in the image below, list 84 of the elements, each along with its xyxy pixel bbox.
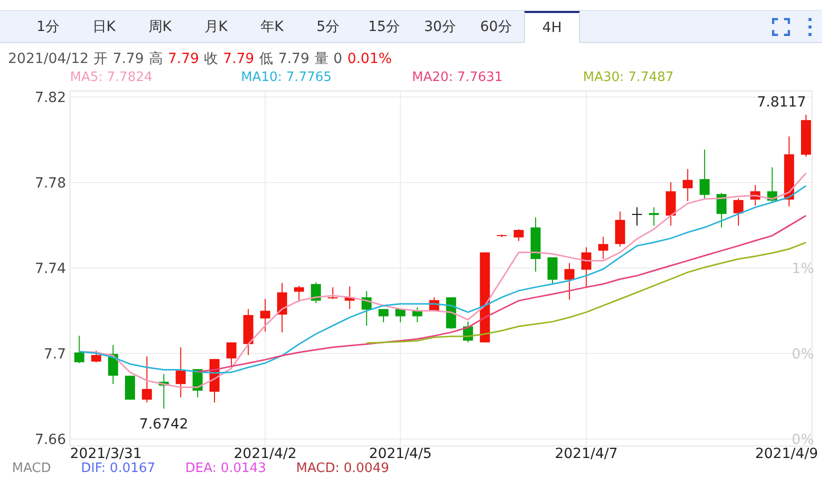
quote-value: 7.79	[168, 51, 200, 67]
y-axis-label: 7.74	[34, 261, 66, 277]
candlestick	[125, 375, 135, 400]
candlestick	[158, 374, 169, 410]
candlestick	[328, 286, 338, 300]
x-axis-label: 2021/4/9	[755, 446, 818, 461]
indicator-name: MACD	[12, 461, 51, 476]
more-icon[interactable]	[808, 18, 812, 36]
y-axis-label: 7.82	[34, 90, 66, 106]
x-axis-label: 2021/3/31	[70, 446, 142, 461]
candlestick	[91, 350, 102, 363]
quote-value: 7.79	[112, 51, 144, 67]
y-axis-label: 7.7	[44, 346, 66, 362]
candlestick	[344, 286, 355, 310]
y-axis-label: 7.78	[34, 176, 66, 192]
candlestick	[801, 114, 811, 158]
candlestick	[277, 282, 288, 333]
period-tab[interactable]: 月K	[188, 11, 244, 42]
candlestick	[446, 296, 456, 330]
period-tab[interactable]: 周K	[132, 11, 188, 42]
price-label: 7.8117	[757, 94, 806, 111]
candlestick	[682, 168, 693, 202]
candlestick	[514, 228, 524, 242]
quote-value: 7.79	[223, 51, 254, 67]
indicator-value: DEA: 0.0143	[185, 461, 266, 476]
candlestick	[378, 308, 388, 323]
quote-label: 开	[94, 50, 108, 68]
quote-label: 收	[204, 50, 218, 68]
candlestick	[310, 282, 321, 304]
fullscreen-icon[interactable]	[772, 18, 790, 36]
period-tab[interactable]: 1分	[20, 11, 76, 42]
candlestick	[192, 368, 203, 398]
x-axis-label: 2021/4/7	[554, 446, 618, 461]
candlestick	[496, 234, 507, 238]
quote-label: 低	[259, 50, 274, 68]
legend-item: MA30: 7.7487	[583, 70, 675, 84]
quote-value: 7.79	[278, 51, 310, 67]
candlestick	[750, 184, 760, 206]
price-label: 7.6742	[139, 416, 188, 433]
candlestick	[108, 344, 118, 385]
candlestick	[615, 211, 626, 248]
candlestick	[260, 298, 270, 332]
x-axis-label: 2021/4/2	[234, 446, 297, 461]
candlestick	[632, 206, 642, 226]
quote-label: 量	[314, 50, 328, 68]
candlestick	[362, 290, 372, 326]
candlestick	[142, 356, 152, 403]
quote-label: 高	[148, 50, 163, 68]
candlestick	[784, 136, 794, 207]
quote-value: 0	[333, 51, 342, 67]
candlestick	[74, 335, 84, 364]
candlestick	[530, 216, 541, 272]
change-percent: 0.01%	[347, 51, 392, 67]
period-tab[interactable]: 15分	[356, 11, 412, 42]
indicator-value: MACD: 0.0049	[296, 461, 390, 476]
candlestick	[564, 262, 574, 300]
quote-date: 2021/04/12	[8, 51, 89, 67]
period-tab[interactable]: 年K	[244, 11, 300, 42]
indicator-value: DIF: 0.0167	[80, 461, 156, 476]
candlestick	[767, 166, 778, 202]
legend-item: MA20: 7.7631	[412, 70, 504, 84]
period-tab[interactable]: 日K	[76, 11, 132, 42]
legend-item: MA5: 7.7824	[70, 70, 154, 84]
period-tab[interactable]: 5分	[300, 11, 356, 42]
candlestick	[176, 346, 186, 398]
candlestick	[598, 236, 608, 260]
period-tab[interactable]: 60分	[468, 11, 524, 42]
candlestick	[412, 306, 422, 323]
candlestick	[243, 308, 254, 356]
legend-item: MA10: 7.7765	[241, 70, 333, 84]
candlestick	[294, 285, 304, 302]
candlestick	[733, 198, 744, 226]
candlestick	[666, 182, 676, 226]
candlestick	[648, 206, 659, 226]
candlestick	[716, 192, 726, 228]
period-tab[interactable]: 30分	[412, 11, 468, 42]
candlestick	[581, 246, 592, 288]
candlestick	[548, 256, 558, 285]
candlestick	[700, 149, 710, 200]
x-axis-label: 2021/4/5	[368, 446, 432, 461]
period-tab[interactable]: 4H	[524, 11, 580, 43]
candlestick	[463, 321, 473, 343]
y-axis-label: 7.66	[34, 432, 66, 448]
candlestick	[395, 308, 406, 323]
